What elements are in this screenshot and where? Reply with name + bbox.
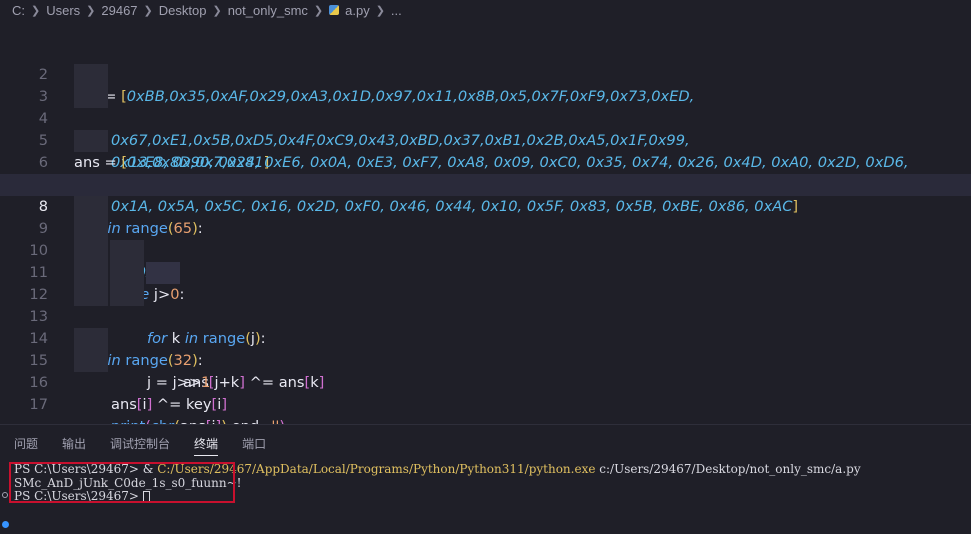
chevron-right-icon: ❯	[86, 4, 96, 17]
code-line[interactable]: 17	[0, 372, 971, 413]
chevron-right-icon: ❯	[31, 4, 41, 17]
bottom-panel: 问题 输出 调试控制台 终端 端口 PS C:\Users\29467> & C…	[0, 424, 971, 534]
code-line[interactable]: 12 ans[j+k] ^= ans[k]	[0, 262, 971, 391]
terminal-line-result: SMc_AnD_jUnk_C0de_1s_s0_fuunn~!	[14, 475, 242, 490]
line-number: 17	[29, 396, 48, 413]
breadcrumb-item-user[interactable]: 29467	[101, 3, 137, 18]
code-line[interactable]: 16 print(chr(ans[i]),end='')	[0, 350, 971, 435]
indent-guide	[74, 130, 108, 152]
code-line-active[interactable]: 8 for i in range(65):	[0, 174, 971, 237]
indent-guide	[74, 350, 108, 372]
code-editor[interactable]: 2 key = [0xBB,0x35,0xAF,0x29,0xA3,0x1D,0…	[0, 20, 971, 435]
tab-terminal[interactable]: 终端	[194, 435, 219, 456]
tab-debug-console[interactable]: 调试控制台	[110, 435, 170, 456]
tab-output[interactable]: 输出	[62, 435, 86, 456]
code-line[interactable]: 7	[0, 152, 971, 193]
code-line[interactable]: 2 key = [0xBB,0x35,0xAF,0x29,0xA3,0x1D,0…	[0, 42, 971, 105]
breadcrumb: C: ❯ Users ❯ 29467 ❯ Desktop ❯ not_only_…	[0, 0, 971, 20]
code-line[interactable]: 11 for k in range(j):	[0, 240, 971, 347]
python-file-icon	[329, 5, 340, 15]
terminal-cursor	[142, 491, 150, 502]
breadcrumb-item-symbol[interactable]: ...	[391, 3, 402, 18]
command-status-dot-icon	[2, 521, 9, 528]
code-line[interactable]: 3 0x67,0xE1,0x5B,0xD5,0x4F,0xC9,0x43,0xB…	[0, 64, 971, 149]
code-line[interactable]: 14 for i in range(32):	[0, 306, 971, 369]
vscode-window: C: ❯ Users ❯ 29467 ❯ Desktop ❯ not_only_…	[0, 0, 971, 534]
panel-tabs: 问题 输出 调试控制台 终端 端口	[14, 435, 290, 456]
code-line[interactable]: 4 0x13,0x8D,0x7,0x81]	[0, 86, 971, 171]
chevron-right-icon: ❯	[375, 4, 385, 17]
indent-guide	[74, 262, 108, 284]
code-line[interactable]: 6 0x1A, 0x5A, 0x5C, 0x16, 0x2D, 0xF0, 0x…	[0, 130, 971, 215]
indent-guide	[74, 218, 108, 240]
indent-guide	[74, 196, 108, 218]
indent-guide	[74, 284, 108, 306]
code-line[interactable]: 5 ans = [0xE8, 0x90, 0x24, 0xE6, 0x0A, 0…	[0, 108, 971, 171]
terminal-output[interactable]: PS C:\Users\29467> & C:/Users/29467/AppD…	[14, 462, 861, 504]
tab-problems[interactable]: 问题	[14, 435, 38, 456]
code-line[interactable]: 13 j = j>>1	[0, 284, 971, 391]
terminal-line-prompt: PS C:\Users\29467>	[14, 489, 861, 504]
indent-guide	[74, 240, 108, 262]
breadcrumb-item-users[interactable]: Users	[46, 3, 80, 18]
breadcrumb-item-folder[interactable]: not_only_smc	[228, 3, 308, 18]
indent-guide	[74, 328, 108, 350]
chevron-right-icon: ❯	[313, 4, 324, 17]
terminal-line-command: PS C:\Users\29467> & C:/Users/29467/AppD…	[14, 462, 861, 476]
chevron-right-icon: ❯	[143, 4, 153, 17]
code-line[interactable]: 15 ans[i] ^= key[i]	[0, 328, 971, 413]
indent-guide	[74, 64, 108, 86]
indent-guide	[110, 284, 144, 306]
breadcrumb-item-drive[interactable]: C:	[12, 3, 25, 18]
breadcrumb-item-desktop[interactable]: Desktop	[159, 3, 207, 18]
command-status-circle-icon	[2, 492, 8, 498]
chevron-right-icon: ❯	[212, 4, 222, 17]
indent-guide	[74, 86, 108, 108]
indent-guide	[110, 262, 144, 284]
indent-guide	[146, 262, 180, 284]
breadcrumb-item-file[interactable]: a.py	[345, 3, 370, 18]
code-line[interactable]: 10 while j>0:	[0, 218, 971, 303]
tab-ports[interactable]: 端口	[242, 435, 266, 456]
code-line[interactable]: 9 j = 0x10	[0, 196, 971, 281]
indent-guide	[110, 240, 144, 262]
code-text: ans[i] ^= key[i]	[111, 396, 228, 413]
